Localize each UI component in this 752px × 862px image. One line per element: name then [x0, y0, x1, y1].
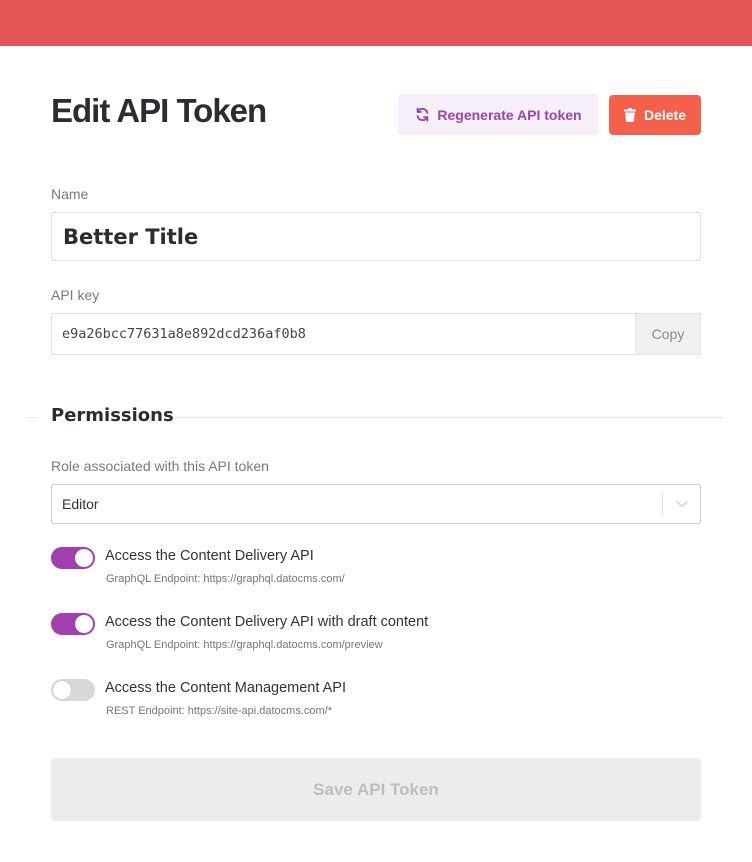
chevron-down-icon[interactable] — [663, 485, 700, 523]
section-divider-right — [175, 417, 724, 418]
name-field[interactable] — [51, 212, 701, 261]
toggle-knob — [53, 681, 71, 699]
delete-button[interactable]: Delete — [609, 95, 701, 135]
permission-endpoint: REST Endpoint: https://site-api.datocms.… — [106, 705, 333, 717]
page-title: Edit API Token — [51, 92, 267, 129]
api-key-field: e9a26bcc77631a8e892dcd236af0b8 Copy — [51, 313, 701, 355]
permission-endpoint: GraphQL Endpoint: https://graphql.datocm… — [106, 639, 383, 651]
content-management-toggle[interactable] — [51, 679, 95, 701]
role-selected-value: Editor — [62, 496, 99, 512]
toggle-knob — [75, 615, 93, 633]
delete-label: Delete — [643, 107, 687, 123]
permission-title: Access the Content Delivery API with dra… — [105, 614, 429, 630]
role-label: Role associated with this API token — [51, 458, 269, 474]
regenerate-token-label: Regenerate API token — [437, 106, 582, 123]
api-key-label: API key — [51, 287, 100, 303]
api-key-value[interactable]: e9a26bcc77631a8e892dcd236af0b8 — [52, 314, 635, 354]
role-select[interactable]: Editor — [51, 484, 701, 524]
permissions-heading: Permissions — [51, 405, 174, 426]
refresh-icon — [415, 107, 430, 122]
regenerate-token-button[interactable]: Regenerate API token — [398, 94, 599, 135]
content-delivery-toggle[interactable] — [51, 547, 95, 569]
toggle-knob — [75, 549, 93, 567]
top-bar — [0, 0, 752, 46]
name-label: Name — [51, 186, 89, 202]
trash-icon — [623, 108, 636, 122]
content-delivery-draft-toggle[interactable] — [51, 613, 95, 635]
permission-endpoint: GraphQL Endpoint: https://graphql.datocm… — [106, 573, 345, 585]
permission-title: Access the Content Management API — [105, 680, 346, 696]
section-divider-left — [27, 417, 37, 418]
save-api-token-button[interactable]: Save API Token — [51, 758, 701, 821]
copy-button[interactable]: Copy — [635, 314, 700, 354]
permission-title: Access the Content Delivery API — [105, 548, 314, 564]
